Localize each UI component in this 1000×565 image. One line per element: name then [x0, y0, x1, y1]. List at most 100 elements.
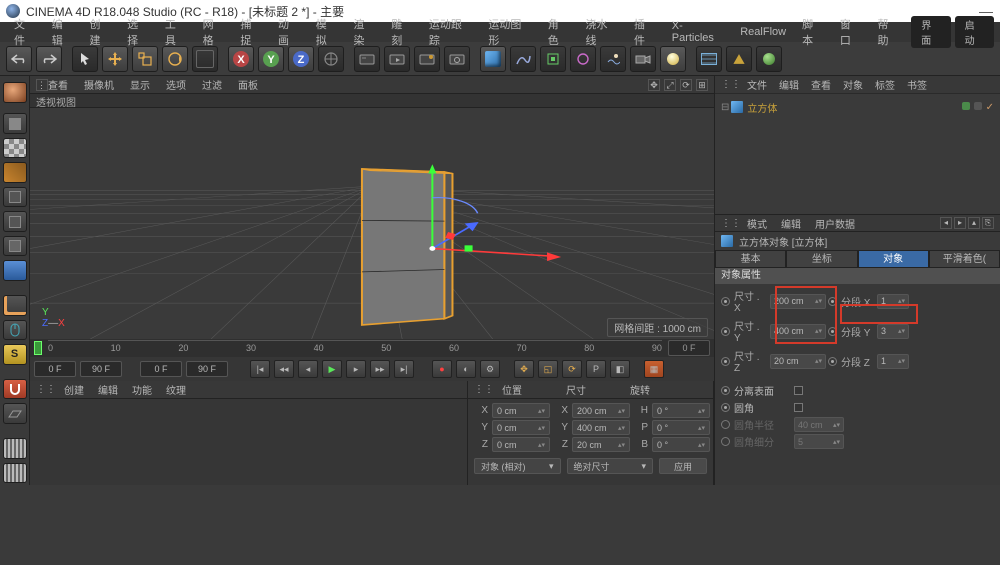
scale-tool[interactable]: [132, 46, 158, 72]
layout-pill-1[interactable]: 界面: [911, 16, 950, 48]
attr-tab-object[interactable]: 对象: [858, 250, 929, 268]
extra-dot-2[interactable]: [721, 420, 730, 429]
cg-val-Y[interactable]: 400 cm▴▾: [572, 420, 630, 435]
cg-val-H[interactable]: 0 °▴▾: [652, 403, 710, 418]
vp-maximize-icon[interactable]: ⊞: [696, 79, 708, 91]
object-name[interactable]: 立方体: [747, 100, 777, 115]
seg-value-1[interactable]: 3▴▾: [877, 324, 909, 339]
om-bm[interactable]: 书签: [907, 77, 927, 92]
vp-menu-display[interactable]: 显示: [130, 77, 150, 92]
render-view[interactable]: [354, 46, 380, 72]
menu-18[interactable]: 脚本: [794, 14, 832, 50]
timeline-end-field[interactable]: 0 F: [668, 340, 710, 356]
make-preview[interactable]: ▦: [644, 360, 664, 378]
range-start[interactable]: 0 F: [34, 361, 76, 377]
last-tool[interactable]: [192, 46, 218, 72]
vp-zoom-icon[interactable]: ⤢: [664, 79, 676, 91]
play-button[interactable]: ▶: [322, 360, 342, 378]
render-settings[interactable]: [444, 46, 470, 72]
vp-menu-filter[interactable]: 过滤: [202, 77, 222, 92]
menu-17[interactable]: RealFlow: [732, 24, 794, 40]
menu-13[interactable]: 角色: [540, 14, 578, 50]
extra-dot-0[interactable]: [721, 386, 730, 395]
om-edit[interactable]: 编辑: [779, 77, 799, 92]
select-tool[interactable]: [72, 46, 98, 72]
anim-dot-seg-0[interactable]: [828, 297, 837, 306]
current-end[interactable]: 90 F: [186, 361, 228, 377]
vp-rotate-icon[interactable]: ⟳: [680, 79, 692, 91]
object-row-cube[interactable]: ⊟ 立方体 ✓: [721, 98, 994, 116]
mp-tex[interactable]: 纹理: [166, 382, 186, 397]
goto-end[interactable]: ▸|: [394, 360, 414, 378]
add-generator[interactable]: [540, 46, 566, 72]
floor-grid[interactable]: [696, 46, 722, 72]
coord-sel-1[interactable]: 对象 (相对)▾: [474, 458, 561, 474]
seg-value-0[interactable]: 1▴▾: [877, 294, 909, 309]
extra-dot-1[interactable]: [721, 403, 730, 412]
cg-val-Z[interactable]: 20 cm▴▾: [572, 437, 630, 452]
vp-pan-icon[interactable]: ✥: [648, 79, 660, 91]
size-value-2[interactable]: 20 cm▴▾: [770, 354, 826, 369]
menu-7[interactable]: 动画: [270, 14, 308, 50]
mp-func[interactable]: 功能: [132, 382, 152, 397]
anim-dot-size-2[interactable]: [721, 357, 730, 366]
am-mode[interactable]: 模式: [747, 216, 767, 231]
om-view[interactable]: 查看: [811, 77, 831, 92]
tool-mouse[interactable]: [3, 320, 27, 341]
timeline-playhead[interactable]: [34, 341, 42, 355]
menu-2[interactable]: 创建: [81, 14, 119, 50]
vp-menu-camera[interactable]: 摄像机: [84, 77, 114, 92]
tool-magnet[interactable]: [3, 379, 27, 400]
coord-system[interactable]: [318, 46, 344, 72]
anim-dot-size-1[interactable]: [721, 327, 730, 336]
autokey-button[interactable]: ◐: [456, 360, 476, 378]
attr-tab-basic[interactable]: 基本: [715, 250, 786, 268]
goto-start[interactable]: |◂: [250, 360, 270, 378]
cg-val-Y[interactable]: 0 cm▴▾: [492, 420, 550, 435]
attr-up-icon[interactable]: ▴: [968, 217, 980, 229]
tool-s[interactable]: S: [3, 344, 27, 365]
object-tree[interactable]: ⊟ 立方体 ✓: [715, 94, 1000, 214]
attr-pin-icon[interactable]: ⎘: [982, 217, 994, 229]
tool-mat-b[interactable]: [3, 463, 27, 484]
extra-value-3[interactable]: 5▴▾: [794, 434, 844, 449]
vp-grip-icon[interactable]: ⋮⋮: [36, 79, 48, 91]
cg-val-X[interactable]: 0 cm▴▾: [492, 403, 550, 418]
tool-poly[interactable]: [3, 236, 27, 257]
seg-value-2[interactable]: 1▴▾: [877, 354, 909, 369]
next-key[interactable]: ▸▸: [370, 360, 390, 378]
add-cube[interactable]: [480, 46, 506, 72]
vis-render-dot[interactable]: [974, 102, 982, 110]
size-value-1[interactable]: 400 cm▴▾: [770, 324, 826, 339]
record-button[interactable]: ●: [432, 360, 452, 378]
misc-1[interactable]: [726, 46, 752, 72]
attr-tab-phong[interactable]: 平滑着色(: [929, 250, 1000, 268]
extra-check-1[interactable]: [794, 403, 803, 412]
key-scale[interactable]: ◱: [538, 360, 558, 378]
tool-mat-a[interactable]: [3, 438, 27, 459]
menu-4[interactable]: 工具: [157, 14, 195, 50]
timeline[interactable]: 0102030405060708090 0 F: [30, 339, 714, 357]
range-end[interactable]: 90 F: [80, 361, 122, 377]
key-rot[interactable]: ⟳: [562, 360, 582, 378]
current-start[interactable]: 0 F: [140, 361, 182, 377]
tool-texture[interactable]: [3, 138, 27, 159]
menu-16[interactable]: X-Particles: [664, 18, 732, 46]
render-region[interactable]: [384, 46, 410, 72]
attr-tab-coord[interactable]: 坐标: [786, 250, 857, 268]
menu-8[interactable]: 模拟: [308, 14, 346, 50]
menu-9[interactable]: 渲染: [345, 14, 383, 50]
tool-edge[interactable]: [3, 211, 27, 232]
cg-val-Z[interactable]: 0 cm▴▾: [492, 437, 550, 452]
mp-create[interactable]: 创建: [64, 382, 84, 397]
next-frame[interactable]: ▸: [346, 360, 366, 378]
menu-6[interactable]: 捕捉: [232, 14, 270, 50]
tool-globe[interactable]: [3, 82, 27, 103]
tool-point[interactable]: [3, 187, 27, 208]
prev-frame[interactable]: ◂: [298, 360, 318, 378]
extra-check-0[interactable]: [794, 386, 803, 395]
size-value-0[interactable]: 200 cm▴▾: [770, 294, 826, 309]
move-tool[interactable]: [102, 46, 128, 72]
tool-workplane[interactable]: [3, 403, 27, 424]
extra-value-2[interactable]: 40 cm▴▾: [794, 417, 844, 432]
